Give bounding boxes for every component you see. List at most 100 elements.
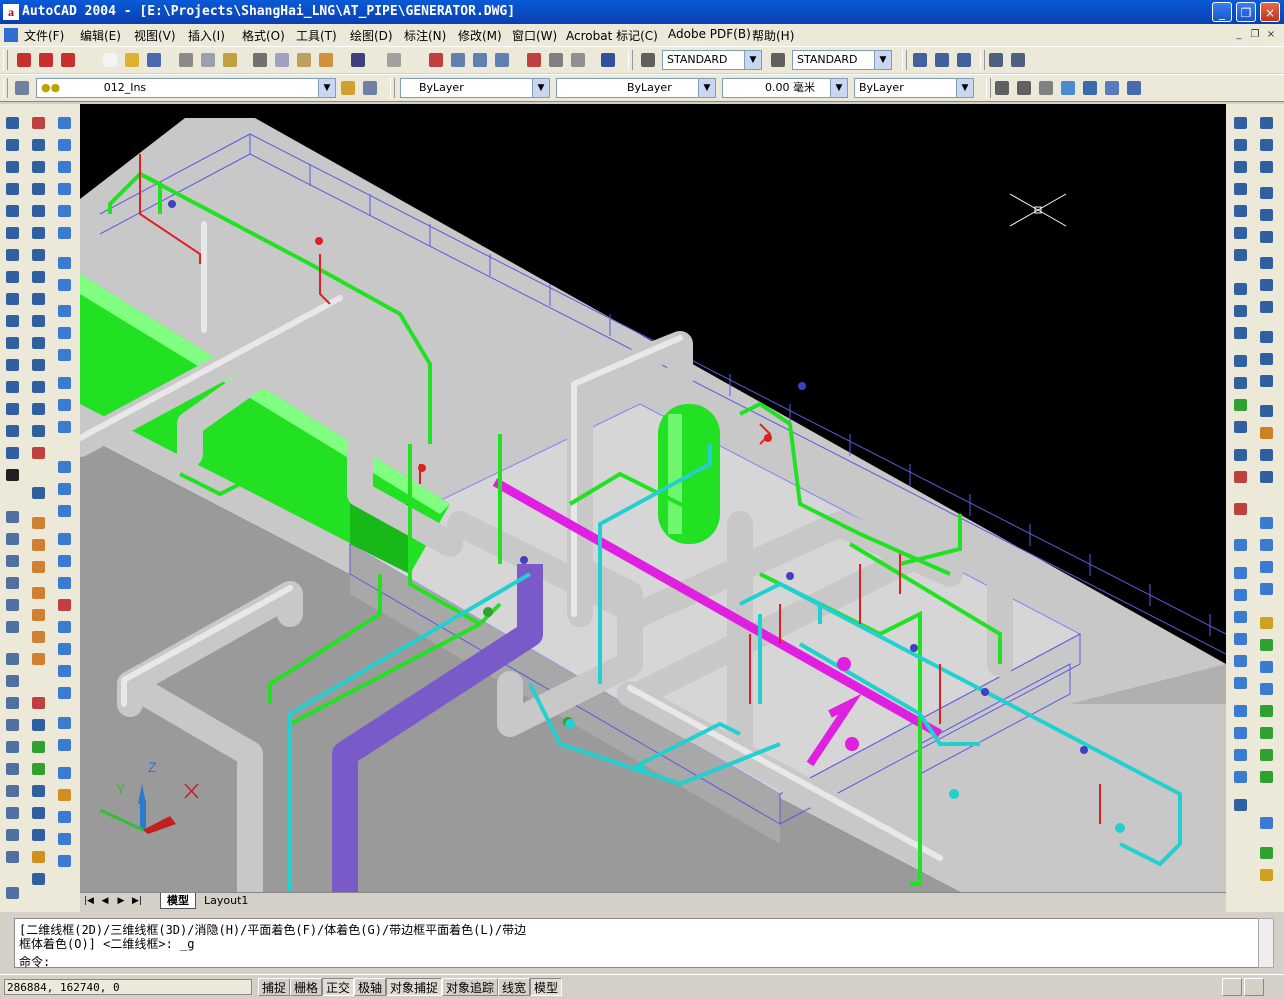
- dim-style-icon[interactable]: [768, 50, 788, 70]
- tool-icon[interactable]: [2, 650, 22, 668]
- ruler-icon[interactable]: [932, 50, 952, 70]
- tool-icon[interactable]: [54, 684, 74, 702]
- undo-icon[interactable]: [348, 50, 368, 70]
- insert-block-icon[interactable]: [2, 356, 22, 374]
- array-icon[interactable]: [28, 202, 48, 220]
- tool-icon[interactable]: [1230, 374, 1250, 392]
- tool-icon[interactable]: [54, 418, 74, 436]
- tool-icon[interactable]: [1256, 136, 1276, 154]
- tool-icon[interactable]: [1256, 276, 1276, 294]
- subtract-icon[interactable]: [54, 480, 74, 498]
- tool-icon[interactable]: [1256, 158, 1276, 176]
- tool-icon[interactable]: [2, 826, 22, 844]
- toolbar-grip[interactable]: [3, 50, 8, 70]
- torus-icon[interactable]: [54, 224, 74, 242]
- tool-icon[interactable]: [1230, 418, 1250, 436]
- osnap-toggle[interactable]: 对象捕捉: [386, 978, 443, 996]
- copy-icon[interactable]: [272, 50, 292, 70]
- tab-model[interactable]: 模型: [160, 893, 196, 909]
- design-center-icon[interactable]: [546, 50, 566, 70]
- tool-icon[interactable]: [1256, 254, 1276, 272]
- arc-icon[interactable]: [2, 224, 22, 242]
- tool-icon[interactable]: [1230, 652, 1250, 670]
- move-icon[interactable]: [28, 224, 48, 242]
- tool-icon[interactable]: [1230, 796, 1250, 814]
- redo-icon[interactable]: [384, 50, 404, 70]
- circle-icon[interactable]: [2, 246, 22, 264]
- grid-toggle[interactable]: 栅格: [290, 978, 323, 996]
- autocad-app-icon[interactable]: a: [3, 4, 19, 20]
- tool-icon[interactable]: [1256, 636, 1276, 654]
- command-history[interactable]: [二维线框(2D)/三维线框(3D)/消隐(H)/平面着色(F)/体着色(G)/…: [14, 918, 1260, 969]
- match-properties-icon[interactable]: [316, 50, 336, 70]
- tool-icon[interactable]: [1256, 866, 1276, 884]
- pdf-icon[interactable]: [58, 50, 78, 70]
- tool-icon[interactable]: [1256, 702, 1276, 720]
- save-icon[interactable]: [144, 50, 164, 70]
- tool-icon[interactable]: [28, 650, 48, 668]
- tab-layout1[interactable]: Layout1: [198, 893, 254, 908]
- tool-icon[interactable]: [1230, 564, 1250, 582]
- tool-icon[interactable]: [1256, 206, 1276, 224]
- tool-icon[interactable]: [54, 786, 74, 804]
- tool-icon[interactable]: [1230, 224, 1250, 242]
- tool-icon[interactable]: [2, 552, 22, 570]
- tool-icon[interactable]: [2, 848, 22, 866]
- tool-icon[interactable]: [1230, 324, 1250, 342]
- tool-icon[interactable]: [28, 870, 48, 888]
- menu-insert[interactable]: 插入(I): [188, 27, 225, 44]
- tool-icon[interactable]: [28, 782, 48, 800]
- tool-icon[interactable]: [1256, 814, 1276, 832]
- break-icon[interactable]: [28, 356, 48, 374]
- tool-icon[interactable]: [1256, 680, 1276, 698]
- tool-icon[interactable]: [54, 764, 74, 782]
- tool-icon[interactable]: [28, 848, 48, 866]
- text-style-icon[interactable]: [638, 50, 658, 70]
- tool-icon[interactable]: [54, 574, 74, 592]
- tool-icon[interactable]: [1256, 658, 1276, 676]
- tool-icon[interactable]: [2, 694, 22, 712]
- toolbar-grip[interactable]: [902, 50, 907, 70]
- tool-icon[interactable]: [2, 530, 22, 548]
- mdi-restore-button[interactable]: ❐: [1248, 28, 1262, 42]
- gouraud-shaded-icon[interactable]: [1080, 78, 1100, 98]
- menu-dimension[interactable]: 标注(N): [404, 27, 446, 44]
- copy-object-icon[interactable]: [28, 136, 48, 154]
- region-icon[interactable]: [2, 444, 22, 462]
- tool-icon[interactable]: [54, 552, 74, 570]
- toolbar-grip[interactable]: [980, 50, 985, 70]
- make-block-icon[interactable]: [2, 378, 22, 396]
- union-icon[interactable]: [54, 458, 74, 476]
- tool-icon[interactable]: [1256, 446, 1276, 464]
- polar-toggle[interactable]: 极轴: [354, 978, 387, 996]
- minimize-button[interactable]: _: [1212, 2, 1232, 22]
- prev-tab-icon[interactable]: ◀: [98, 895, 112, 907]
- rectangle-icon[interactable]: [2, 202, 22, 220]
- slice-icon[interactable]: [54, 302, 74, 320]
- hatch-icon[interactable]: [2, 422, 22, 440]
- tool-icon[interactable]: [1256, 298, 1276, 316]
- tool-icon[interactable]: [1230, 114, 1250, 132]
- tool-icon[interactable]: [1256, 514, 1276, 532]
- model-viewport[interactable]: Z Y: [80, 104, 1226, 892]
- tool-icon[interactable]: [2, 716, 22, 734]
- tool-icon[interactable]: [28, 584, 48, 602]
- trim-icon[interactable]: [28, 312, 48, 330]
- pdf-icon[interactable]: [36, 50, 56, 70]
- tool-icon[interactable]: [28, 716, 48, 734]
- help-icon[interactable]: [598, 50, 618, 70]
- tool-icon[interactable]: [1230, 674, 1250, 692]
- tool-icon[interactable]: [28, 760, 48, 778]
- menu-view[interactable]: 视图(V): [134, 27, 176, 44]
- ellipse-arc-icon[interactable]: [2, 334, 22, 352]
- lineweight-select[interactable]: 0.00 毫米 ▼: [722, 78, 848, 98]
- color-select[interactable]: ByLayer ▼: [400, 78, 550, 98]
- flat-edges-icon[interactable]: [1102, 78, 1122, 98]
- revolve-icon[interactable]: [54, 276, 74, 294]
- tool-icon[interactable]: [2, 672, 22, 690]
- erase-icon[interactable]: [28, 114, 48, 132]
- tool-icon[interactable]: [2, 804, 22, 822]
- text-style-select[interactable]: STANDARD ▼: [662, 50, 762, 70]
- zoom-previous-icon[interactable]: [492, 50, 512, 70]
- mdi-minimize-button[interactable]: _: [1232, 28, 1246, 42]
